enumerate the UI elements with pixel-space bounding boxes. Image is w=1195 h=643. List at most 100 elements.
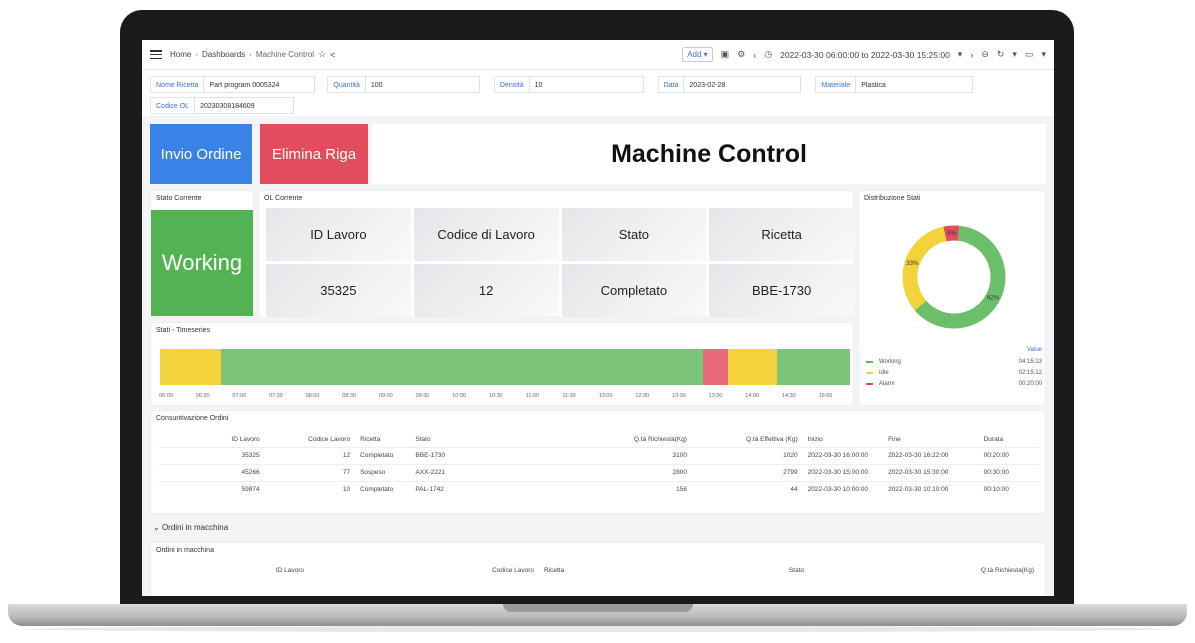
quantita-input[interactable]: 100 <box>364 76 480 93</box>
add-label: Add <box>687 50 702 59</box>
time-tick-label: 10:30 <box>488 393 503 399</box>
column-header[interactable]: Durata <box>979 433 1039 447</box>
legend-item[interactable]: Working 04:15:13 <box>866 356 1042 367</box>
column-header[interactable]: Q.tà Richiesta(Kg) <box>531 433 692 447</box>
time-tick-label: 13:00 <box>672 393 686 399</box>
table-cell: Sospeso <box>355 463 411 481</box>
donut-label: 62% <box>987 295 1000 301</box>
refresh-dropdown-icon[interactable]: ▾ <box>1012 49 1017 60</box>
timeline-segment-alarm[interactable] <box>703 349 728 385</box>
table-cell: 2022-03-30 10:00:00 <box>802 480 884 498</box>
column-header[interactable]: ID Lavoro <box>159 563 309 577</box>
breadcrumb-dashboards[interactable]: Dashboards <box>202 50 245 59</box>
column-header[interactable]: Q.tà Effettiva (Kg) <box>692 433 803 447</box>
star-icon[interactable]: ☆ <box>318 49 326 60</box>
chevron-down-icon[interactable]: ▾ <box>958 49 963 60</box>
legend-value-header[interactable]: Value <box>866 347 1042 353</box>
column-header[interactable]: Ricetta <box>355 433 410 447</box>
ordini-row-toggle[interactable]: ⌄ Ordini in macchina <box>150 518 1046 538</box>
panel-title: Stati - Timeseries <box>156 327 211 334</box>
chevron-left-icon[interactable]: ‹ <box>753 50 756 60</box>
time-tick-label: 10:00 <box>452 393 466 399</box>
column-header[interactable]: Codice Lavoro <box>309 563 539 577</box>
column-header[interactable]: ID Lavoro <box>159 433 265 447</box>
share-icon[interactable]: < <box>330 50 335 60</box>
consuntivazione-table: ID Lavoro Codice Lavoro Ricetta Stato Q.tà R… <box>159 433 1039 498</box>
stato-corrente-panel: Stato Corrente Working <box>150 190 254 318</box>
elimina-riga-button[interactable]: Elimina Riga <box>260 124 368 184</box>
top-bar: Home › Dashboards › Machine Control ☆ < … <box>142 40 1054 70</box>
table-cell: Completato <box>355 446 411 464</box>
timeline-segment-working[interactable] <box>221 349 704 385</box>
column-header[interactable]: Codice Lavoro <box>265 433 356 447</box>
panel-title: Stato Corrente <box>156 195 202 202</box>
time-tick-label: 07:00 <box>232 393 247 399</box>
collapse-icon[interactable]: ▾ <box>1041 49 1046 60</box>
breadcrumb-home[interactable]: Home <box>170 50 191 59</box>
densita-input[interactable]: 10 <box>528 76 644 93</box>
breadcrumb: Home › Dashboards › Machine Control ☆ < <box>170 49 336 60</box>
panel-title: Consuntivazione Ordini <box>156 415 229 422</box>
legend-name: Idle <box>879 369 889 376</box>
table-row[interactable]: 45266 77 Sospeso AXX-2221 2800 2799 2022-03-30… <box>159 463 1039 481</box>
time-tick-label: 08:00 <box>305 393 320 399</box>
var-label: Data <box>657 76 684 93</box>
table-cell: 156 <box>531 480 692 498</box>
table-row[interactable]: 35325 12 Completato BBE-1730 3100 1020 2022-03… <box>159 446 1039 464</box>
time-tick-label: 12:30 <box>635 393 650 399</box>
time-tick-label: 09:30 <box>415 393 430 399</box>
add-button[interactable]: Add ▾ <box>682 47 713 62</box>
table-cell: 44 <box>691 480 803 498</box>
column-header[interactable]: Fine <box>883 433 979 447</box>
time-axis: 06:00 06:30 07:00 07:30 08:00 08:30 09:00 09:30… <box>151 393 855 403</box>
data-input[interactable]: 2023-02-28 <box>683 76 802 93</box>
panel-title: Ordini in macchina <box>156 547 214 554</box>
gear-icon[interactable]: ⚙ <box>737 49 745 60</box>
breadcrumb-current: Machine Control <box>255 50 315 59</box>
state-timeline <box>160 349 850 385</box>
table-cell: PAL-1742 <box>410 480 532 498</box>
column-header[interactable]: Inizio <box>803 433 883 447</box>
ordini-in-macchina-panel: Ordini in macchina ID Lavoro Codice Lavo… <box>150 542 1046 596</box>
table-cell: 77 <box>264 463 356 481</box>
ol-header-stato: Stato <box>561 208 707 261</box>
legend-item[interactable]: Idle 02:15:12 <box>866 367 1042 378</box>
time-tick-label: 06:30 <box>195 393 210 399</box>
zoom-out-icon[interactable]: ⊖ <box>981 49 989 60</box>
time-tick-label: 08:30 <box>342 393 357 399</box>
legend-value: 04:15:13 <box>1018 358 1042 365</box>
legend-value: 00:20:00 <box>1018 380 1042 387</box>
table-cell: 1020 <box>691 446 803 464</box>
ol-value-ricetta: BBE-1730 <box>709 264 854 317</box>
materiale-input[interactable]: Plastica <box>855 76 974 93</box>
table-row[interactable]: 59874 10 Completato PAL-1742 156 44 2022-03-30… <box>159 480 1039 498</box>
table-cell: 12 <box>264 446 356 464</box>
legend-item[interactable]: Alarm 00:20:00 <box>866 378 1042 389</box>
timeline-segment-working[interactable] <box>776 349 850 385</box>
invio-ordine-button[interactable]: Invio Ordine <box>150 124 252 184</box>
refresh-icon[interactable]: ↻ <box>997 49 1005 60</box>
time-range-picker[interactable]: 2022-03-30 06:00:00 to 2022-03-30 15:25:… <box>780 50 950 60</box>
codice-ol-input[interactable]: 20230308184609 <box>194 97 295 114</box>
var-label: Materiale <box>815 76 856 93</box>
chevron-right-icon[interactable]: › <box>970 50 973 60</box>
save-icon[interactable]: ▣ <box>721 49 730 60</box>
ol-value-codice: 12 <box>413 264 559 317</box>
column-header[interactable]: Ricetta <box>539 563 579 577</box>
time-tick-label: 11:00 <box>525 393 540 399</box>
clock-icon: ◷ <box>764 49 773 59</box>
distribuzione-stati-panel: Distribuzione Stati 5% 62% 33% Value Worki… <box>858 190 1046 406</box>
column-header[interactable]: Stato <box>579 563 809 577</box>
column-header[interactable]: Stato <box>410 433 531 447</box>
var-label: Quantità <box>327 76 365 93</box>
nome-ricetta-input[interactable]: Part program 0005324 <box>203 76 316 93</box>
timeline-segment-idle[interactable] <box>727 349 777 385</box>
table-cell: 59874 <box>159 480 265 498</box>
column-header[interactable]: Q.tà Richiesta(Kg) <box>809 563 1039 577</box>
timeline-segment-idle[interactable] <box>160 349 222 385</box>
ol-corrente-panel: OL Corrente ID Lavoro Codice di Lavoro S… <box>258 190 854 318</box>
table-cell: 2022-03-30 16:22:00 <box>883 446 979 464</box>
menu-icon[interactable] <box>150 50 162 59</box>
tv-mode-icon[interactable]: ▭ <box>1025 49 1034 60</box>
ol-header-codice: Codice di Lavoro <box>413 208 559 261</box>
